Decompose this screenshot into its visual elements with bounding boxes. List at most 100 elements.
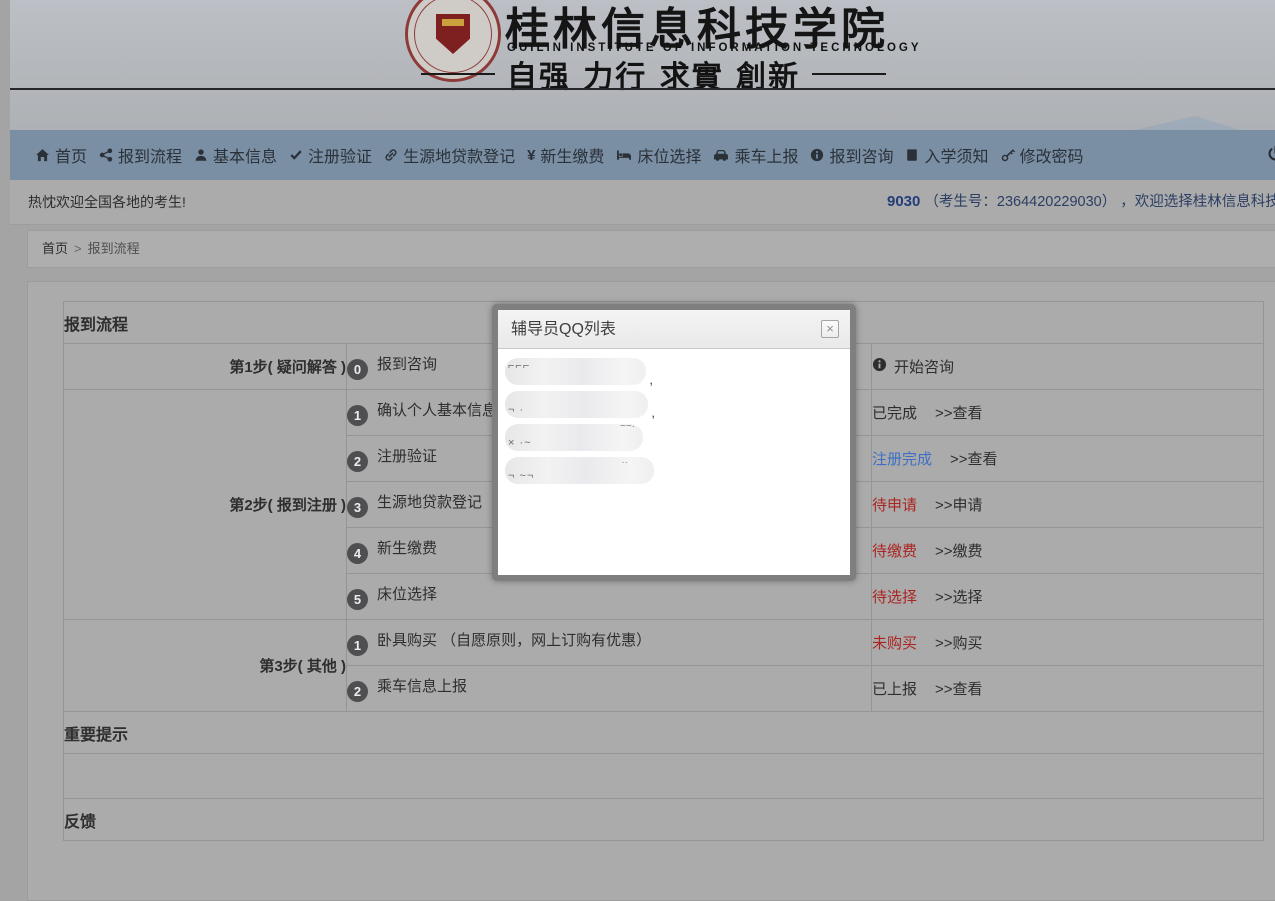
welcome-bar: 热忱欢迎全国各地的考生! 9030 （考生号：2364420229030） ，欢… (10, 180, 1275, 225)
view-link[interactable]: >>查看 (935, 681, 983, 698)
school-banner: 桂林信息科技学院 GUILIN INSTITUTE OF INFORMATION… (10, 0, 1275, 130)
nav-item-label: 入学须知 (924, 143, 988, 167)
book-icon (905, 148, 919, 162)
step-status-cell: 待申请 >>申请 (872, 482, 1264, 528)
nav-item-label: 床位选择 (637, 143, 701, 167)
status-badge: 注册完成 (872, 448, 932, 469)
status-badge: 待选择 (872, 586, 917, 607)
breadcrumb-separator: > (74, 241, 82, 256)
nav-item-bed-select[interactable]: 床位选择 (616, 143, 701, 167)
info-icon (872, 357, 887, 376)
buy-link[interactable]: >>购买 (935, 635, 983, 652)
nav-item-label: 乘车上报 (734, 143, 798, 167)
step-number-badge: 5 (347, 589, 368, 610)
action-label: 开始咨询 (894, 356, 954, 377)
table-section-row: 反馈 (64, 799, 1264, 841)
yen-icon: ¥ (527, 148, 535, 163)
step-name: 报到咨询 (377, 356, 437, 373)
step-number-badge: 0 (347, 359, 368, 380)
step-name: 注册验证 (377, 448, 437, 465)
user-icon (194, 148, 208, 162)
nav-item-label: 生源地贷款登记 (403, 143, 515, 167)
counselor-qq-modal: 辅导员QQ列表 × (492, 304, 856, 581)
home-icon (35, 148, 50, 163)
table-section-row: 重要提示 (64, 712, 1264, 754)
section-title: 反馈 (64, 799, 1264, 841)
step-number-badge: 1 (347, 405, 368, 426)
redacted-qq-entry (505, 424, 643, 451)
power-icon[interactable] (1267, 145, 1275, 167)
breadcrumb-home[interactable]: 首页 (42, 241, 68, 256)
step-name: 乘车信息上报 (377, 678, 467, 695)
status-badge: 待申请 (872, 494, 917, 515)
student-welcome-text: 9030 （考生号：2364420229030） ，欢迎选择桂林信息科技学院 (887, 180, 1275, 224)
step-name: 生源地贷款登记 (377, 494, 482, 511)
nav-item-label: 基本信息 (213, 143, 277, 167)
redacted-qq-entry (505, 391, 648, 418)
nav-item-process[interactable]: 报到流程 (99, 143, 182, 167)
step-number-badge: 2 (347, 681, 368, 702)
step-number-badge: 1 (347, 635, 368, 656)
view-link[interactable]: >>查看 (935, 405, 983, 422)
nav-item-label: 注册验证 (308, 143, 372, 167)
nav-item-label: 新生缴费 (540, 143, 604, 167)
nav-item-consult[interactable]: 报到咨询 (810, 143, 893, 167)
share-icon (99, 148, 113, 162)
close-icon[interactable]: × (821, 320, 839, 338)
nav-item-basic-info[interactable]: 基本信息 (194, 143, 277, 167)
modal-title: 辅导员QQ列表 (511, 321, 616, 338)
step-name-cell: 2 乘车信息上报 (347, 666, 872, 712)
nav-item-label: 报到流程 (118, 143, 182, 167)
status-badge: 已上报 (872, 678, 917, 699)
step-status-cell: 待选择 >>选择 (872, 574, 1264, 620)
status-badge: 已完成 (872, 402, 917, 423)
nav-item-register-verify[interactable]: 注册验证 (289, 143, 372, 167)
step-status-cell: 已上报 >>查看 (872, 666, 1264, 712)
nav-item-freshman-pay[interactable]: ¥ 新生缴费 (527, 143, 604, 167)
step-number-badge: 4 (347, 543, 368, 564)
key-icon (1001, 148, 1015, 162)
info-icon (810, 148, 824, 162)
nav-item-label: 报到咨询 (829, 143, 893, 167)
step-status-cell: 待缴费 >>缴费 (872, 528, 1264, 574)
nav-item-change-password[interactable]: 修改密码 (1001, 143, 1084, 167)
step-name: 确认个人基本信息 (377, 402, 497, 419)
step-status-cell: 注册完成 >>查看 (872, 436, 1264, 482)
step-row: 第3步( 其他 ) 1卧具购买 （自愿原则，网上订购有优惠） 未购买>>购买 (64, 620, 1264, 666)
car-icon (713, 147, 729, 163)
bed-icon (616, 147, 632, 163)
nav-item-transport-report[interactable]: 乘车上报 (713, 143, 798, 167)
step-group-cell: 第2步( 报到注册 ) (64, 390, 347, 620)
step-number-badge: 3 (347, 497, 368, 518)
nav-item-home[interactable]: 首页 (35, 143, 87, 167)
motto-line-right (812, 73, 886, 75)
step-number-badge: 2 (347, 451, 368, 472)
pay-link[interactable]: >>缴费 (935, 543, 983, 560)
step-status-cell: 已完成 >>查看 (872, 390, 1264, 436)
nav-item-loan-register[interactable]: 生源地贷款登记 (384, 143, 515, 167)
motto-line-left (421, 73, 495, 75)
redacted-qq-entry (505, 358, 646, 385)
status-badge: 未购买 (872, 632, 917, 653)
step-status-cell: 未购买 >>购买 (872, 620, 1264, 666)
student-welcome-rest: （考生号：2364420229030） ，欢迎选择桂林信息科技学院 (924, 194, 1275, 210)
nav-item-label: 首页 (55, 143, 87, 167)
status-badge: 待缴费 (872, 540, 917, 561)
table-empty-row (64, 754, 1264, 799)
nav-item-enrollment-notice[interactable]: 入学须知 (905, 143, 988, 167)
step-status-cell: 开始咨询 (872, 344, 1264, 390)
modal-body (498, 349, 850, 484)
view-link[interactable]: >>查看 (950, 451, 998, 468)
empty-cell (64, 754, 1264, 799)
select-link[interactable]: >>选择 (935, 589, 983, 606)
welcome-message: 热忱欢迎全国各地的考生! (28, 194, 186, 210)
student-number: 9030 (887, 193, 920, 210)
step-name-cell: 1卧具购买 （自愿原则，网上订购有优惠） (347, 620, 872, 666)
start-consult-link[interactable]: 开始咨询 (872, 356, 954, 377)
apply-link[interactable]: >>申请 (935, 497, 983, 514)
section-title: 重要提示 (64, 712, 1264, 754)
step-group-cell: 第1步( 疑问解答 ) (64, 344, 347, 390)
nav-item-label: 修改密码 (1020, 143, 1084, 167)
link-icon (384, 148, 398, 162)
redacted-qq-entry (505, 457, 654, 484)
